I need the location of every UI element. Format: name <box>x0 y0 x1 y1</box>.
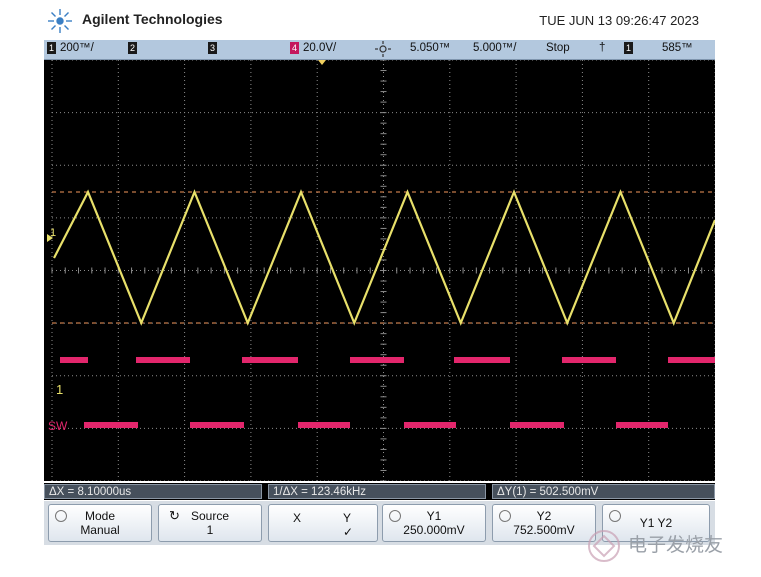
pulse-segment <box>616 422 668 428</box>
pulse-segment <box>242 357 298 363</box>
source-softkey[interactable]: ↻ Source 1 <box>158 504 262 542</box>
source-value: 1 <box>206 523 214 537</box>
run-state[interactable]: Stop <box>546 42 570 54</box>
trigger-marker-label: 1 <box>56 382 63 397</box>
pulse-segment <box>60 357 88 363</box>
knob-icon <box>609 510 621 522</box>
y2-value: 752.500mV <box>513 523 575 537</box>
ch4-scale-readout[interactable]: 4 20.0V/ <box>290 42 336 54</box>
ch3-readout[interactable]: 3 <box>208 42 221 54</box>
graticule-center-ticks <box>51 60 715 481</box>
ch4-lower-pulse-trace <box>84 422 668 428</box>
cursor-measurement-bar: ΔX = 8.10000us 1/ΔX = 123.46kHz ΔY(1) = … <box>44 483 715 500</box>
inverse-delta-x-readout: 1/ΔX = 123.46kHz <box>268 484 486 499</box>
pulse-segment <box>136 357 190 363</box>
watermark-text: 电子发烧友 <box>628 534 724 556</box>
trigger-ch-badge: 1 <box>624 42 633 54</box>
trigger-slope-icon: † <box>599 42 606 54</box>
pulse-segment <box>84 422 138 428</box>
brand-name: Agilent Technologies <box>82 11 223 27</box>
y1-value: 250.000mV <box>403 523 465 537</box>
pulse-segment <box>350 357 404 363</box>
knob-icon <box>389 510 401 522</box>
delta-x-readout: ΔX = 8.10000us <box>44 484 262 499</box>
y-option: Y <box>343 511 352 525</box>
pulse-segment <box>404 422 456 428</box>
channel-status-bar: 1 200™/ 2 3 4 20.0V/ 5.050™ 5.000™/ Stop †… <box>44 40 715 60</box>
ch2-readout[interactable]: 2 <box>128 42 141 54</box>
y-selected-check-icon: ✓ <box>343 525 354 539</box>
mode-value: Manual <box>80 523 120 537</box>
pulse-segment <box>668 357 715 363</box>
ch1-triangle-waveform <box>53 189 715 326</box>
sw-channel-label: SW <box>48 419 68 433</box>
watermark-logo-icon <box>588 530 620 562</box>
time-offset[interactable]: 5.050™ <box>410 42 450 54</box>
trigger-position-marker-icon <box>318 60 326 65</box>
ch3-badge: 3 <box>208 42 217 54</box>
ch1-scale-readout[interactable]: 1 200™/ <box>47 42 94 54</box>
pulse-segment <box>454 357 510 363</box>
x-option: X <box>293 511 302 525</box>
trigger-level[interactable]: 585™ <box>662 42 693 54</box>
pulse-segment <box>510 422 564 428</box>
pulse-segment <box>562 357 616 363</box>
knob-icon <box>499 510 511 522</box>
ch4-scale: 20.0V/ <box>303 42 337 55</box>
waveform-display[interactable]: 1 1 SW <box>44 60 715 481</box>
time-scale[interactable]: 5.000™/ <box>473 42 516 54</box>
ch2-badge: 2 <box>128 42 137 54</box>
horizontal-position-icon <box>374 40 392 61</box>
trigger-source[interactable]: 1 <box>624 42 637 54</box>
knob-icon <box>55 510 67 522</box>
date-time-readout: TUE JUN 13 09:26:47 2023 <box>539 13 699 28</box>
pulse-segment <box>190 422 244 428</box>
ch1-marker-label: 1 <box>50 227 56 239</box>
y2-softkey[interactable]: Y2 752.500mV <box>492 504 596 542</box>
ch1-badge: 1 <box>47 42 56 54</box>
delta-y-readout: ΔY(1) = 502.500mV <box>492 484 715 499</box>
ch4-upper-pulse-trace <box>60 357 715 363</box>
pulse-segment <box>298 422 350 428</box>
xy-softkey[interactable]: X Y ✓ <box>268 504 378 542</box>
y1-softkey[interactable]: Y1 250.000mV <box>382 504 486 542</box>
ch1-scale: 200™/ <box>60 42 94 55</box>
ch4-badge: 4 <box>290 42 299 54</box>
mode-softkey[interactable]: Mode Manual <box>48 504 152 542</box>
entry-knob-icon: ↻ <box>169 508 180 523</box>
agilent-logo-icon <box>48 9 72 33</box>
